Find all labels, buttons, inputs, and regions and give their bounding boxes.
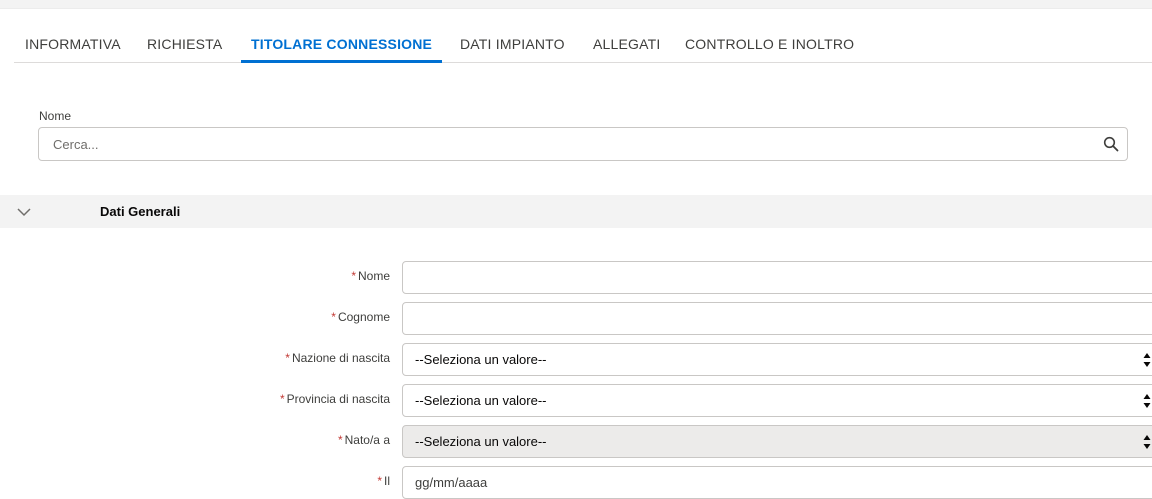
form-row-nome: * Nome <box>0 261 1152 294</box>
form-row-cognome: * Cognome <box>0 302 1152 335</box>
form-row-nazione: * Nazione di nascita --Seleziona un valor… <box>0 343 1152 376</box>
field-label-cognome: * Cognome <box>331 310 390 324</box>
provincia-select[interactable]: --Seleziona un valore-- <box>402 384 1152 417</box>
field-label-nato: * Nato/a a <box>337 433 390 447</box>
provincia-select-value: --Seleziona un valore-- <box>415 393 547 408</box>
select-arrows-icon <box>1143 394 1151 408</box>
date-input[interactable] <box>415 467 1115 498</box>
section-title: Dati Generali <box>100 204 181 219</box>
search-box <box>38 127 1128 161</box>
tab-bar: INFORMATIVA RICHIESTA TITOLARE CONNESSIO… <box>14 32 1152 63</box>
tab-dati-impianto[interactable]: DATI IMPIANTO <box>460 32 565 62</box>
cognome-input[interactable] <box>415 303 1115 334</box>
top-strip <box>0 0 1152 9</box>
required-marker: * <box>285 351 290 365</box>
tab-richiesta[interactable]: RICHIESTA <box>147 32 222 62</box>
field-label-provincia: * Provincia di nascita <box>279 392 390 406</box>
required-marker: * <box>331 310 336 324</box>
nome-field[interactable] <box>402 261 1152 294</box>
field-label-nazione: * Nazione di nascita <box>285 351 390 365</box>
search-label: Nome <box>39 109 72 123</box>
form-row-nato: * Nato/a a --Seleziona un valore-- <box>0 425 1152 458</box>
tab-titolare-connessione[interactable]: TITOLARE CONNESSIONE <box>240 32 443 63</box>
search-icon[interactable] <box>1103 136 1119 152</box>
nazione-select[interactable]: --Seleziona un valore-- <box>402 343 1152 376</box>
cognome-field[interactable] <box>402 302 1152 335</box>
tab-allegati[interactable]: ALLEGATI <box>593 32 660 62</box>
field-label-nome: * Nome <box>351 269 390 283</box>
form-row-il: * Il <box>0 466 1152 499</box>
required-marker: * <box>377 474 382 488</box>
nato-select: --Seleziona un valore-- <box>402 425 1152 458</box>
date-field[interactable] <box>402 466 1152 499</box>
nazione-select-value: --Seleziona un valore-- <box>415 352 547 367</box>
chevron-down-icon[interactable] <box>16 204 32 220</box>
required-marker: * <box>351 269 356 283</box>
field-label-il: * Il <box>377 474 390 488</box>
section-header-dati-generali[interactable]: Dati Generali <box>0 195 1152 228</box>
search-input[interactable] <box>53 128 1073 160</box>
form-row-provincia: * Provincia di nascita --Seleziona un val… <box>0 384 1152 417</box>
required-marker: * <box>279 392 285 406</box>
nome-input[interactable] <box>415 262 1115 293</box>
nato-select-value: --Seleziona un valore-- <box>415 434 547 449</box>
select-arrows-icon <box>1143 435 1151 449</box>
tab-informativa[interactable]: INFORMATIVA <box>25 32 121 62</box>
tab-controllo-e-inoltro[interactable]: CONTROLLO E INOLTRO <box>685 32 854 62</box>
select-arrows-icon <box>1143 353 1151 367</box>
required-marker: * <box>337 433 343 447</box>
